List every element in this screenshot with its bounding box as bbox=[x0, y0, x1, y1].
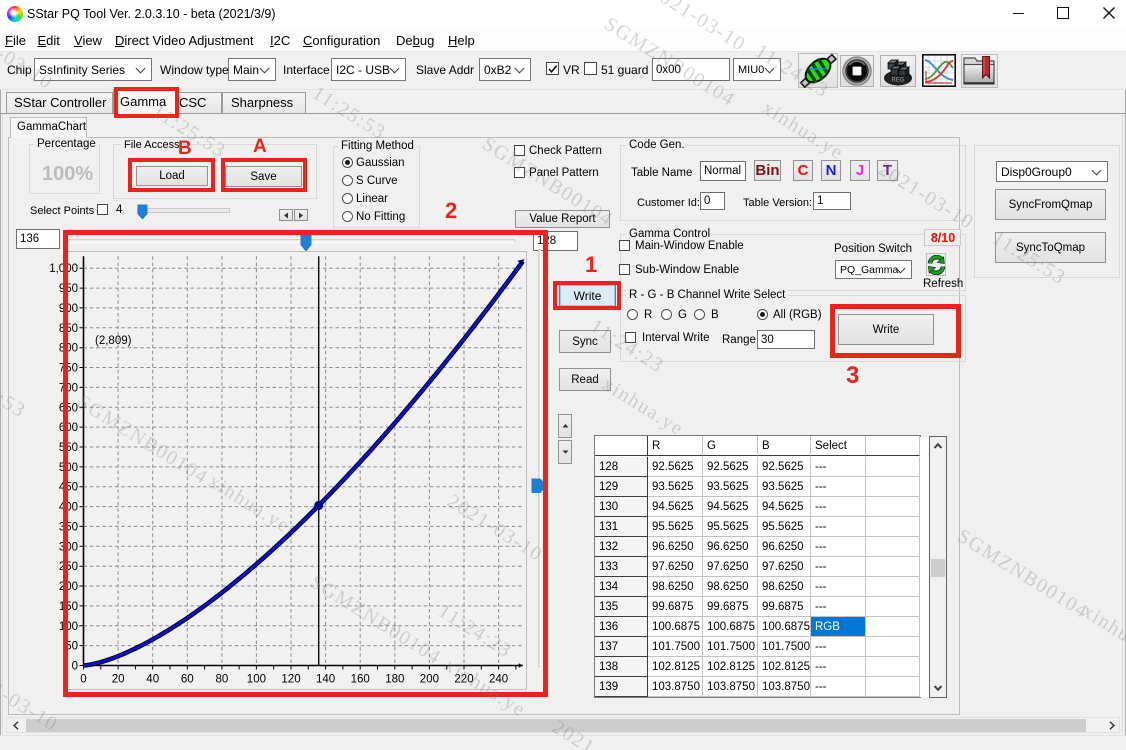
svg-text:REG: REG bbox=[891, 78, 904, 84]
